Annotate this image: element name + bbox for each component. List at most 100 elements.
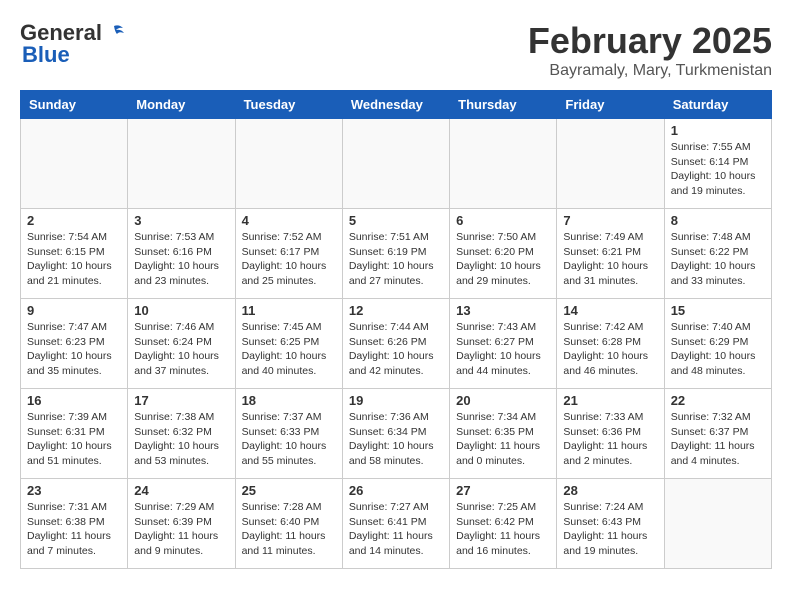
calendar-cell: 1 Sunrise: 7:55 AMSunset: 6:14 PMDaylight… — [664, 119, 771, 209]
calendar-cell: 7 Sunrise: 7:49 AMSunset: 6:21 PMDaylight… — [557, 209, 664, 299]
page-header: General Blue February 2025 Bayramaly, Ma… — [20, 20, 772, 80]
day-info: Sunrise: 7:43 AMSunset: 6:27 PMDaylight:… — [456, 320, 550, 379]
weekday-header: Thursday — [450, 91, 557, 119]
day-number: 3 — [134, 213, 228, 228]
day-info: Sunrise: 7:54 AMSunset: 6:15 PMDaylight:… — [27, 230, 121, 289]
day-number: 2 — [27, 213, 121, 228]
day-info: Sunrise: 7:46 AMSunset: 6:24 PMDaylight:… — [134, 320, 228, 379]
day-number: 24 — [134, 483, 228, 498]
calendar-cell: 13 Sunrise: 7:43 AMSunset: 6:27 PMDayligh… — [450, 299, 557, 389]
day-info: Sunrise: 7:51 AMSunset: 6:19 PMDaylight:… — [349, 230, 443, 289]
day-number: 10 — [134, 303, 228, 318]
day-info: Sunrise: 7:28 AMSunset: 6:40 PMDaylight:… — [242, 500, 336, 559]
day-number: 1 — [671, 123, 765, 138]
day-info: Sunrise: 7:31 AMSunset: 6:38 PMDaylight:… — [27, 500, 121, 559]
day-number: 13 — [456, 303, 550, 318]
day-number: 21 — [563, 393, 657, 408]
day-info: Sunrise: 7:55 AMSunset: 6:14 PMDaylight:… — [671, 140, 765, 199]
day-info: Sunrise: 7:24 AMSunset: 6:43 PMDaylight:… — [563, 500, 657, 559]
calendar-cell: 4 Sunrise: 7:52 AMSunset: 6:17 PMDaylight… — [235, 209, 342, 299]
day-info: Sunrise: 7:39 AMSunset: 6:31 PMDaylight:… — [27, 410, 121, 469]
weekday-header: Friday — [557, 91, 664, 119]
calendar-cell: 3 Sunrise: 7:53 AMSunset: 6:16 PMDaylight… — [128, 209, 235, 299]
day-number: 17 — [134, 393, 228, 408]
calendar-cell: 16 Sunrise: 7:39 AMSunset: 6:31 PMDayligh… — [21, 389, 128, 479]
title-block: February 2025 Bayramaly, Mary, Turkmenis… — [528, 20, 772, 80]
calendar-cell: 27 Sunrise: 7:25 AMSunset: 6:42 PMDayligh… — [450, 479, 557, 569]
calendar-cell: 28 Sunrise: 7:24 AMSunset: 6:43 PMDayligh… — [557, 479, 664, 569]
logo-blue: Blue — [22, 42, 70, 68]
day-info: Sunrise: 7:47 AMSunset: 6:23 PMDaylight:… — [27, 320, 121, 379]
day-info: Sunrise: 7:38 AMSunset: 6:32 PMDaylight:… — [134, 410, 228, 469]
day-info: Sunrise: 7:42 AMSunset: 6:28 PMDaylight:… — [563, 320, 657, 379]
calendar-cell: 21 Sunrise: 7:33 AMSunset: 6:36 PMDayligh… — [557, 389, 664, 479]
day-info: Sunrise: 7:48 AMSunset: 6:22 PMDaylight:… — [671, 230, 765, 289]
day-info: Sunrise: 7:52 AMSunset: 6:17 PMDaylight:… — [242, 230, 336, 289]
day-info: Sunrise: 7:25 AMSunset: 6:42 PMDaylight:… — [456, 500, 550, 559]
calendar-cell: 18Sunrise: 7:37 AMSunset: 6:33 PMDayligh… — [235, 389, 342, 479]
calendar-cell — [235, 119, 342, 209]
logo: General Blue — [20, 20, 126, 68]
calendar-cell — [664, 479, 771, 569]
day-number: 14 — [563, 303, 657, 318]
calendar-cell: 2 Sunrise: 7:54 AMSunset: 6:15 PMDaylight… — [21, 209, 128, 299]
day-number: 7 — [563, 213, 657, 228]
calendar-cell: 5 Sunrise: 7:51 AMSunset: 6:19 PMDaylight… — [342, 209, 449, 299]
day-info: Sunrise: 7:36 AMSunset: 6:34 PMDaylight:… — [349, 410, 443, 469]
calendar-cell: 19 Sunrise: 7:36 AMSunset: 6:34 PMDayligh… — [342, 389, 449, 479]
day-number: 15 — [671, 303, 765, 318]
day-number: 19 — [349, 393, 443, 408]
calendar-cell: 12 Sunrise: 7:44 AMSunset: 6:26 PMDayligh… — [342, 299, 449, 389]
day-number: 25 — [242, 483, 336, 498]
day-number: 9 — [27, 303, 121, 318]
calendar-cell: 8Sunrise: 7:48 AMSunset: 6:22 PMDaylight… — [664, 209, 771, 299]
day-number: 12 — [349, 303, 443, 318]
day-number: 20 — [456, 393, 550, 408]
calendar-cell: 17 Sunrise: 7:38 AMSunset: 6:32 PMDayligh… — [128, 389, 235, 479]
calendar-cell: 26 Sunrise: 7:27 AMSunset: 6:41 PMDayligh… — [342, 479, 449, 569]
day-info: Sunrise: 7:27 AMSunset: 6:41 PMDaylight:… — [349, 500, 443, 559]
day-number: 27 — [456, 483, 550, 498]
day-number: 5 — [349, 213, 443, 228]
weekday-header: Saturday — [664, 91, 771, 119]
calendar-cell: 25 Sunrise: 7:28 AMSunset: 6:40 PMDayligh… — [235, 479, 342, 569]
day-info: Sunrise: 7:49 AMSunset: 6:21 PMDaylight:… — [563, 230, 657, 289]
weekday-header: Wednesday — [342, 91, 449, 119]
calendar-cell: 9 Sunrise: 7:47 AMSunset: 6:23 PMDaylight… — [21, 299, 128, 389]
day-number: 16 — [27, 393, 121, 408]
calendar-cell — [21, 119, 128, 209]
week-row: 16 Sunrise: 7:39 AMSunset: 6:31 PMDayligh… — [21, 389, 772, 479]
day-info: Sunrise: 7:33 AMSunset: 6:36 PMDaylight:… — [563, 410, 657, 469]
logo-bird-icon — [103, 22, 125, 44]
week-row: 2 Sunrise: 7:54 AMSunset: 6:15 PMDaylight… — [21, 209, 772, 299]
day-info: Sunrise: 7:45 AMSunset: 6:25 PMDaylight:… — [242, 320, 336, 379]
calendar-cell: 10 Sunrise: 7:46 AMSunset: 6:24 PMDayligh… — [128, 299, 235, 389]
day-number: 22 — [671, 393, 765, 408]
day-number: 28 — [563, 483, 657, 498]
day-info: Sunrise: 7:53 AMSunset: 6:16 PMDaylight:… — [134, 230, 228, 289]
day-info: Sunrise: 7:40 AMSunset: 6:29 PMDaylight:… — [671, 320, 765, 379]
day-number: 11 — [242, 303, 336, 318]
day-number: 6 — [456, 213, 550, 228]
calendar-cell: 20Sunrise: 7:34 AMSunset: 6:35 PMDayligh… — [450, 389, 557, 479]
day-info: Sunrise: 7:44 AMSunset: 6:26 PMDaylight:… — [349, 320, 443, 379]
calendar-cell — [557, 119, 664, 209]
calendar-cell — [342, 119, 449, 209]
week-row: 23 Sunrise: 7:31 AMSunset: 6:38 PMDayligh… — [21, 479, 772, 569]
day-number: 23 — [27, 483, 121, 498]
day-info: Sunrise: 7:29 AMSunset: 6:39 PMDaylight:… — [134, 500, 228, 559]
day-number: 4 — [242, 213, 336, 228]
weekday-header: Tuesday — [235, 91, 342, 119]
location: Bayramaly, Mary, Turkmenistan — [528, 62, 772, 80]
day-number: 18 — [242, 393, 336, 408]
calendar-cell — [128, 119, 235, 209]
day-number: 26 — [349, 483, 443, 498]
calendar-cell: 23 Sunrise: 7:31 AMSunset: 6:38 PMDayligh… — [21, 479, 128, 569]
calendar-cell: 15 Sunrise: 7:40 AMSunset: 6:29 PMDayligh… — [664, 299, 771, 389]
weekday-header: Monday — [128, 91, 235, 119]
week-row: 9 Sunrise: 7:47 AMSunset: 6:23 PMDaylight… — [21, 299, 772, 389]
week-row: 1 Sunrise: 7:55 AMSunset: 6:14 PMDaylight… — [21, 119, 772, 209]
calendar-cell: 11 Sunrise: 7:45 AMSunset: 6:25 PMDayligh… — [235, 299, 342, 389]
calendar-cell: 6Sunrise: 7:50 AMSunset: 6:20 PMDaylight… — [450, 209, 557, 299]
month-year: February 2025 — [528, 20, 772, 62]
